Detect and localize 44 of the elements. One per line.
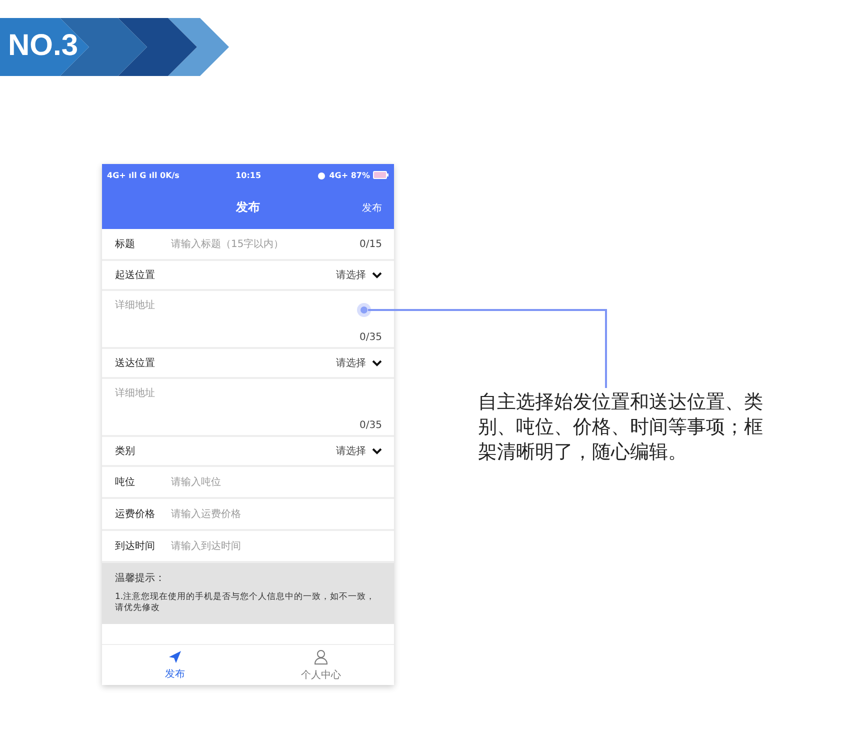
- notice-title: 温馨提示：: [115, 572, 166, 585]
- select-row[interactable]: 起送位置 请选择: [102, 261, 394, 291]
- field-label: 运费价格: [115, 508, 156, 521]
- select-value: 请选择: [336, 268, 366, 282]
- callout-text: 自主选择始发位置和送达位置、类别、吨位、价格、时间等事项；框架清晰明了，随心编辑。: [478, 390, 764, 465]
- chevron-down-icon: [372, 360, 382, 366]
- field-label: 送达位置: [115, 356, 156, 370]
- form-row[interactable]: 运费价格 请输入运费价格: [102, 499, 394, 531]
- tab[interactable]: 个人中心: [248, 645, 394, 685]
- field-label: 到达时间: [115, 540, 156, 553]
- form-row[interactable]: 吨位 请输入吨位: [102, 467, 394, 499]
- publish-button[interactable]: 发布: [362, 199, 382, 217]
- alarm-icon: [317, 170, 326, 180]
- input-placeholder: 请输入到达时间: [171, 540, 242, 553]
- navigation-arrow-icon: [168, 650, 182, 664]
- person-icon: [314, 648, 328, 664]
- textarea-placeholder: 详细地址: [115, 298, 156, 313]
- tab[interactable]: 发布: [102, 645, 248, 685]
- notice-text: 1.注意您现在使用的手机是否与您个人信息中的一致，如不一致，请优先修改: [115, 592, 376, 614]
- field-label: 起送位置: [115, 268, 156, 282]
- battery-icon: [372, 171, 389, 179]
- char-counter: 0/15: [360, 238, 382, 250]
- chevron-down-icon: [372, 272, 382, 278]
- field-label: 吨位: [115, 476, 136, 489]
- char-counter: 0/35: [360, 420, 382, 431]
- chevron-down-icon: [372, 448, 382, 454]
- textarea-placeholder: 详细地址: [115, 386, 156, 401]
- status-signal: 4G+ ıll G ıll 0K/s: [107, 170, 180, 180]
- select-value: 请选择: [336, 444, 366, 458]
- char-counter: 0/35: [360, 332, 382, 343]
- input-placeholder: 请输入吨位: [171, 476, 222, 489]
- field-label: 类别: [115, 444, 136, 458]
- address-textarea[interactable]: 详细地址 0/35: [102, 379, 394, 437]
- input-placeholder: 请输入运费价格: [171, 508, 242, 521]
- select-value: 请选择: [336, 356, 366, 370]
- status-battery-text: 4G+ 87%: [329, 170, 370, 180]
- select-row[interactable]: 送达位置 请选择: [102, 349, 394, 379]
- page-title: 发布: [236, 199, 260, 216]
- select-row[interactable]: 类别 请选择: [102, 437, 394, 467]
- form-row[interactable]: 标题 请输入标题（15字以内） 0/15: [102, 229, 394, 261]
- field-label: 标题: [115, 238, 136, 251]
- section-number: NO.3: [8, 29, 78, 63]
- input-placeholder: 请输入标题（15字以内）: [171, 238, 285, 251]
- status-time: 10:15: [236, 170, 262, 180]
